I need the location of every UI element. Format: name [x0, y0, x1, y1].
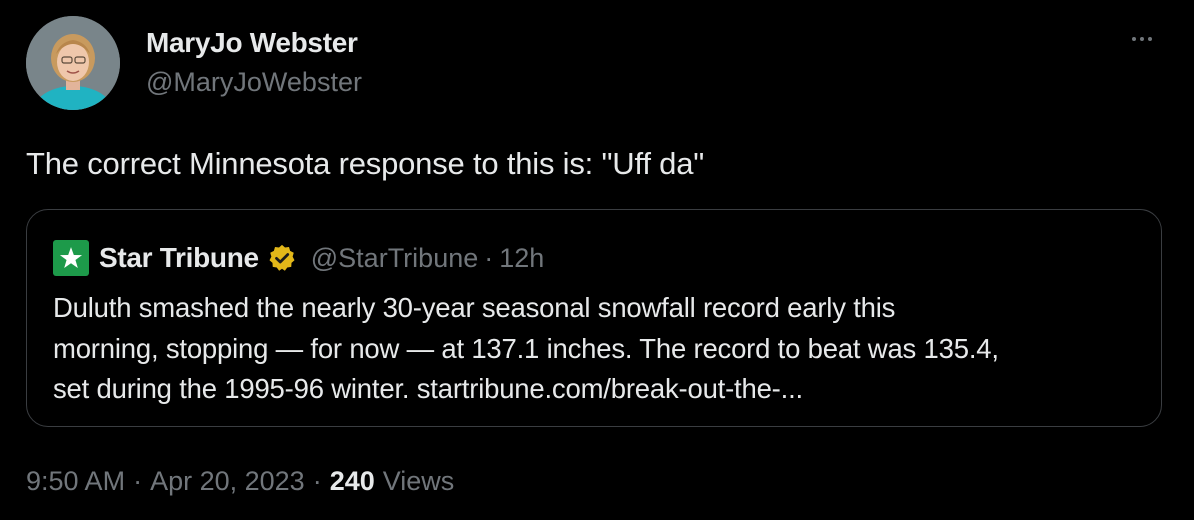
separator-dot: ·: [133, 466, 143, 496]
quoted-timestamp[interactable]: 12h: [499, 243, 544, 274]
star-tribune-logo-icon[interactable]: [53, 240, 89, 276]
quoted-display-name[interactable]: Star Tribune: [99, 242, 259, 274]
views-label: Views: [382, 466, 455, 496]
quoted-tweet-header: Star Tribune @StarTribune · 12h: [53, 238, 544, 278]
avatar[interactable]: [26, 16, 120, 110]
user-handle[interactable]: @MaryJoWebster: [146, 65, 362, 99]
tweet-meta: 9:50 AM · Apr 20, 2023 · 240 Views: [26, 466, 454, 497]
quoted-tweet[interactable]: Star Tribune @StarTribune · 12h Duluth s…: [26, 209, 1162, 427]
quoted-text-line: morning, stopping — for now — at 137.1 i…: [53, 332, 999, 364]
quoted-text-line: Duluth smashed the nearly 30-year season…: [53, 292, 896, 323]
tweet: MaryJo Webster @MaryJoWebster The correc…: [0, 0, 1194, 520]
quoted-tweet-text: Duluth smashed the nearly 30-year season…: [53, 288, 1143, 410]
verified-badge-icon: [267, 243, 297, 273]
quoted-handle[interactable]: @StarTribune: [311, 243, 478, 274]
quoted-text-line[interactable]: set during the 1995-96 winter. startribu…: [53, 369, 1143, 410]
more-options-button[interactable]: [1122, 24, 1162, 54]
separator-dot: ·: [312, 466, 322, 496]
views-count[interactable]: 240: [330, 466, 375, 497]
tweet-date[interactable]: Apr 20, 2023: [150, 466, 305, 497]
separator-dot: ·: [484, 242, 494, 273]
avatar-image: [26, 16, 120, 110]
user-block: MaryJo Webster @MaryJoWebster: [146, 26, 362, 99]
more-dots-icon: [1132, 37, 1152, 41]
display-name[interactable]: MaryJo Webster: [146, 26, 362, 60]
tweet-time[interactable]: 9:50 AM: [26, 466, 125, 497]
tweet-text: The correct Minnesota response to this i…: [26, 146, 705, 181]
